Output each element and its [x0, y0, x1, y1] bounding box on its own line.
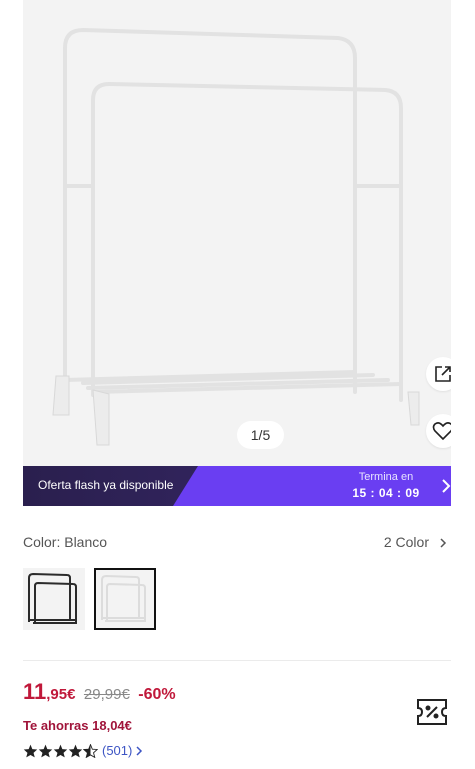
review-count[interactable]: (501) — [102, 743, 132, 758]
star-icon — [53, 744, 68, 757]
heart-icon — [432, 422, 451, 441]
price-row: 11,95€ 29,99€ -60% — [23, 679, 176, 705]
rating-row[interactable]: (501) — [23, 743, 143, 758]
original-price: 29,99€ — [83, 686, 130, 703]
swatch-image — [101, 574, 146, 622]
color-selector-header: Color: Blanco 2 Color — [23, 534, 451, 554]
star-rating — [23, 743, 98, 758]
star-icon — [68, 744, 83, 757]
color-swatch-white[interactable] — [94, 568, 156, 630]
color-label: Color: Blanco — [23, 534, 108, 550]
external-link-icon — [435, 366, 451, 382]
star-icon — [38, 744, 53, 757]
star-icon — [23, 744, 38, 757]
product-gallery[interactable]: 1/5 — [23, 0, 451, 466]
flash-sale-banner[interactable]: Oferta flash ya disponible Termina en 15… — [23, 466, 451, 506]
chevron-right-icon — [136, 745, 143, 756]
color-swatch-black[interactable] — [23, 568, 85, 630]
flash-sale-label: Oferta flash ya disponible — [38, 478, 174, 492]
image-counter: 1/5 — [237, 421, 284, 449]
product-image — [52, 27, 420, 446]
price-integer: 11 — [23, 679, 47, 704]
coupon-icon[interactable] — [415, 696, 449, 728]
flash-sale-countdown: Termina en 15 : 04 : 09 — [351, 471, 421, 500]
half-star-icon — [83, 743, 98, 758]
section-divider — [23, 660, 451, 661]
swatch-image — [28, 572, 77, 624]
chevron-right-icon[interactable] — [439, 537, 447, 549]
savings-text: Te ahorras 18,04€ — [23, 718, 132, 733]
flash-ends-label: Termina en — [358, 471, 414, 483]
discount-badge: -60% — [138, 686, 176, 703]
flash-timer: 15 : 04 : 09 — [352, 486, 420, 500]
price-decimal: ,95€ — [46, 686, 76, 703]
color-count-link[interactable]: 2 Color — [384, 534, 429, 550]
chevron-right-icon — [442, 479, 451, 493]
